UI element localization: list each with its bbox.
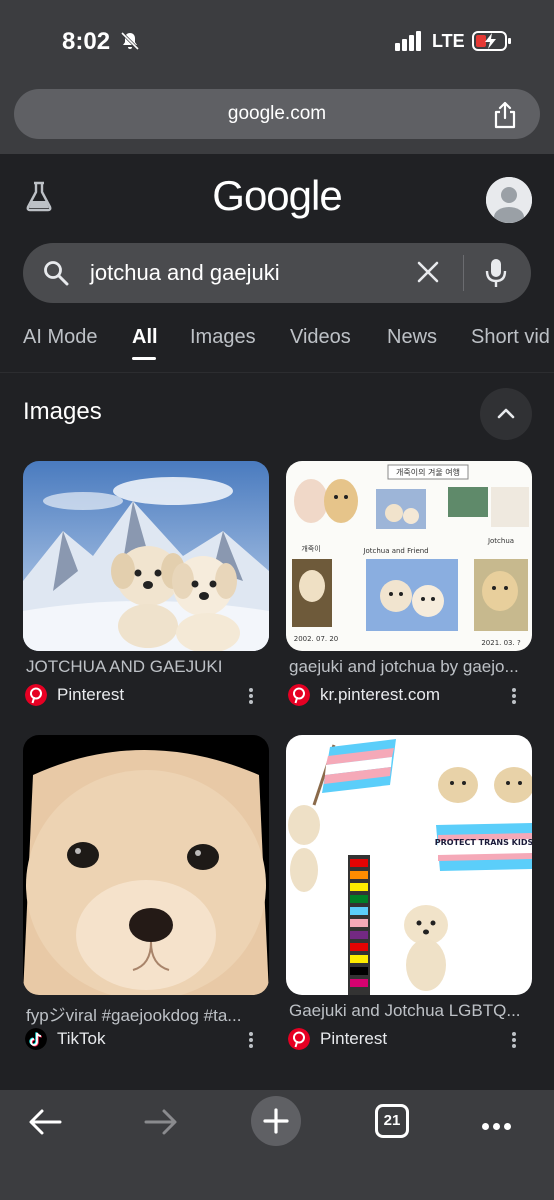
image-caption[interactable]: Gaejuki and Jotchua LGBTQ... bbox=[289, 1001, 529, 1021]
image-caption[interactable]: fypジviral #gaejookdog #ta... bbox=[26, 1001, 266, 1026]
image-caption[interactable]: gaejuki and jotchua by gaejo... bbox=[289, 657, 529, 677]
images-section-title: Images bbox=[23, 398, 102, 425]
tab-videos[interactable]: Videos bbox=[290, 326, 351, 349]
url-field[interactable]: google.com bbox=[14, 89, 540, 139]
account-icon bbox=[486, 177, 532, 223]
image-caption[interactable]: JOTCHUA AND GAEJUKI bbox=[26, 657, 266, 677]
image-thumbnail[interactable]: 개죽이의 겨울 여행 Jotchua and Friend Jotchua 개죽… bbox=[286, 461, 532, 651]
tab-news[interactable]: News bbox=[387, 326, 437, 349]
pinterest-icon bbox=[288, 1028, 310, 1050]
google-logo: Google bbox=[212, 172, 342, 219]
more-options-icon[interactable] bbox=[247, 1030, 255, 1050]
image-source[interactable]: TikTok bbox=[57, 1029, 106, 1049]
clear-icon[interactable] bbox=[416, 260, 440, 284]
search-divider bbox=[463, 255, 464, 291]
pinterest-icon bbox=[288, 684, 310, 706]
image-source[interactable]: Pinterest bbox=[57, 685, 124, 705]
collage-left-text: 개죽이 bbox=[301, 544, 320, 553]
collage-mid-text: Jotchua and Friend bbox=[362, 547, 428, 555]
network-type: LTE bbox=[432, 31, 465, 51]
image-thumbnail[interactable] bbox=[23, 461, 269, 651]
tab-switcher-button[interactable]: 21 bbox=[375, 1104, 409, 1138]
forward-arrow-icon[interactable] bbox=[144, 1108, 178, 1136]
image-source[interactable]: Pinterest bbox=[320, 1029, 387, 1049]
banner-text: PROTECT TRANS KIDS bbox=[435, 838, 532, 847]
status-time: 8:02 bbox=[62, 28, 111, 55]
tab-images[interactable]: Images bbox=[190, 326, 256, 349]
more-options-icon[interactable] bbox=[510, 686, 518, 706]
battery-charging-icon bbox=[472, 31, 511, 51]
search-input[interactable]: jotchua and gaejuki bbox=[90, 260, 280, 286]
signal-icon bbox=[395, 31, 421, 51]
image-source[interactable]: kr.pinterest.com bbox=[320, 685, 440, 705]
tab-short-videos[interactable]: Short vid bbox=[471, 326, 550, 349]
pinterest-icon bbox=[25, 684, 47, 706]
microphone-icon[interactable] bbox=[485, 257, 507, 289]
browser-toolbar: 21 bbox=[0, 1090, 554, 1200]
status-bar: 8:02 LTE bbox=[0, 0, 554, 80]
address-bar: google.com bbox=[0, 80, 554, 154]
tab-ai-mode[interactable]: AI Mode bbox=[23, 326, 97, 349]
share-icon[interactable] bbox=[492, 101, 518, 129]
collage-right-text: Jotchua bbox=[487, 537, 514, 545]
tabs-divider bbox=[0, 372, 554, 373]
new-tab-button[interactable] bbox=[251, 1096, 301, 1146]
back-arrow-icon[interactable] bbox=[28, 1108, 62, 1136]
collage-date1-text: 2002. 07. 20 bbox=[294, 635, 339, 643]
tab-all[interactable]: All bbox=[132, 326, 158, 349]
collage-date2-text: 2021. 03. ? bbox=[481, 639, 521, 647]
bell-muted-icon bbox=[120, 31, 140, 51]
chevron-up-icon bbox=[497, 408, 515, 419]
url-text: google.com bbox=[227, 103, 327, 124]
active-tab-indicator bbox=[132, 357, 156, 360]
comic-collage-image: 개죽이의 겨울 여행 Jotchua and Friend Jotchua 개죽… bbox=[286, 461, 532, 651]
more-options-icon[interactable] bbox=[247, 686, 255, 706]
more-options-icon[interactable] bbox=[510, 1030, 518, 1050]
puppy-face-closeup-image bbox=[23, 735, 269, 995]
search-tabs: AI Mode All Images Videos News Short vid bbox=[0, 320, 554, 360]
more-menu-icon[interactable] bbox=[482, 1117, 516, 1130]
account-avatar[interactable] bbox=[486, 177, 532, 223]
image-thumbnail[interactable]: PROTECT TRANS KIDS bbox=[286, 735, 532, 995]
puppies-pride-flags-image: PROTECT TRANS KIDS bbox=[286, 735, 532, 995]
tiktok-icon bbox=[25, 1028, 47, 1050]
search-box[interactable]: jotchua and gaejuki bbox=[23, 243, 531, 303]
plus-icon bbox=[263, 1108, 289, 1134]
search-icon bbox=[44, 261, 69, 286]
image-thumbnail[interactable] bbox=[23, 735, 269, 995]
puppies-snow-mountain-image bbox=[23, 461, 269, 651]
collage-header-text: 개죽이의 겨울 여행 bbox=[396, 467, 460, 477]
collapse-section-button[interactable] bbox=[480, 388, 532, 440]
